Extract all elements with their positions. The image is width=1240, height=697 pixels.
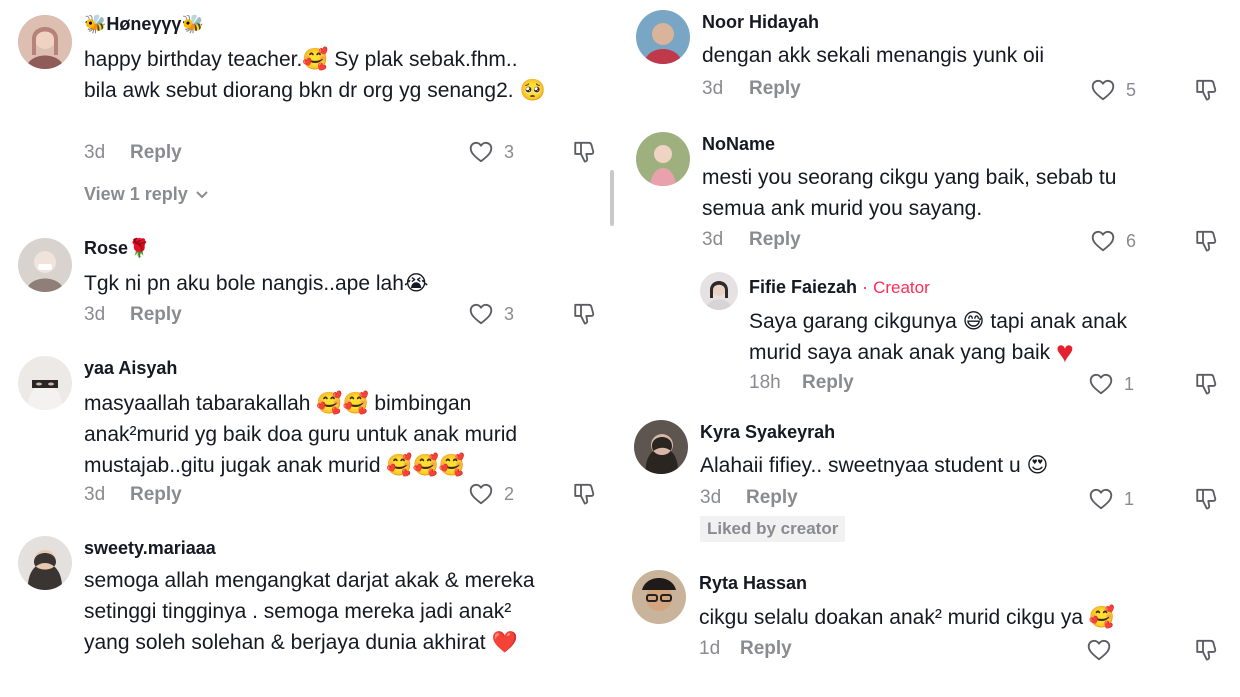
comment-age: 3d — [702, 229, 724, 250]
scrollbar[interactable] — [610, 170, 614, 226]
avatar[interactable] — [632, 570, 686, 624]
creator-name: Fifie Faiezah — [749, 277, 858, 297]
comment-age: 1d — [699, 638, 721, 659]
like-count: 1 — [1124, 488, 1135, 509]
chevron-down-icon — [196, 190, 208, 198]
comment-age: 3d — [700, 487, 722, 508]
comments-column-left: 🐝Høneγγγ🐝 happy birthday teacher.🥰 Sy pl… — [0, 0, 620, 697]
comment-age: 3d — [84, 304, 106, 325]
dislike-icon[interactable] — [1194, 486, 1220, 512]
heart-icon — [1088, 371, 1114, 397]
heart-icon — [468, 301, 494, 327]
like-button[interactable]: 1 — [1088, 486, 1134, 512]
liked-by-creator-badge: Liked by creator — [700, 516, 846, 542]
comment-username[interactable]: Fifie Faiezah · Creator — [749, 277, 930, 298]
comment-age: 3d — [702, 78, 724, 99]
avatar[interactable] — [18, 356, 72, 410]
comment-username[interactable]: NoName — [702, 134, 775, 155]
comment-username[interactable]: Kyra Syakeyrah — [700, 422, 835, 443]
heart-icon — [1086, 637, 1112, 663]
like-count: 1 — [1124, 373, 1135, 394]
avatar[interactable] — [634, 420, 688, 474]
reply-button[interactable]: Reply — [749, 229, 801, 251]
heart-icon — [468, 481, 494, 507]
avatar[interactable] — [18, 238, 72, 292]
comment-text: Alahaii fifiey.. sweetnyaa student u 😍 — [700, 454, 1049, 477]
avatar[interactable] — [636, 132, 690, 186]
reply-button[interactable]: Reply — [130, 142, 182, 164]
dislike-icon[interactable] — [572, 301, 598, 327]
like-button[interactable]: 6 — [1090, 228, 1136, 254]
comment-text: mesti you seorang cikgu yang baik, sebab… — [702, 166, 1117, 220]
reply-button[interactable]: Reply — [740, 638, 792, 660]
comment-age: 3d — [84, 142, 106, 163]
view-replies-label: View 1 reply — [84, 184, 188, 204]
comment-username[interactable]: Noor Hidayah — [702, 12, 819, 33]
like-button[interactable]: 1 — [1088, 371, 1134, 397]
comment-username[interactable]: Rose🌹 — [84, 238, 150, 259]
reply-button[interactable]: Reply — [746, 487, 798, 509]
heart-emoji: ♥ — [1056, 336, 1074, 369]
avatar[interactable] — [636, 10, 690, 64]
comment-username[interactable]: sweety.mariaaa — [84, 538, 216, 559]
like-button[interactable]: 2 — [468, 481, 514, 507]
reply-button[interactable]: Reply — [749, 78, 801, 100]
like-count: 5 — [1126, 79, 1137, 100]
dislike-icon[interactable] — [572, 139, 598, 165]
like-count: 3 — [504, 141, 515, 162]
comments-column-right: Noor Hidayah dengan akk sekali menangis … — [620, 0, 1240, 697]
comment-text: happy birthday teacher.🥰 Sy plak sebak.f… — [84, 48, 546, 102]
comment-text: Saya garang cikgunya 😅 tapi anak anak mu… — [749, 306, 1169, 368]
heart-icon — [1090, 228, 1116, 254]
reply-button[interactable]: Reply — [130, 304, 182, 326]
avatar[interactable] — [18, 536, 72, 590]
comment-text: semoga allah mengangkat darjat akak & me… — [84, 569, 535, 654]
like-button[interactable]: 5 — [1090, 77, 1136, 103]
reply-button[interactable]: Reply — [130, 484, 182, 506]
like-count: 3 — [504, 303, 515, 324]
comment-text: dengan akk sekali menangis yunk oii — [702, 44, 1045, 67]
comment-username[interactable]: Ryta Hassan — [699, 573, 807, 594]
dislike-icon[interactable] — [1194, 228, 1220, 254]
avatar[interactable] — [700, 272, 738, 310]
heart-icon — [1088, 486, 1114, 512]
dislike-icon[interactable] — [1194, 77, 1220, 103]
view-replies-button[interactable]: View 1 reply — [84, 184, 210, 205]
avatar[interactable] — [18, 15, 72, 69]
dislike-icon[interactable] — [1194, 637, 1220, 663]
dislike-icon[interactable] — [572, 481, 598, 507]
comment-age: 3d — [84, 484, 106, 505]
comment-username[interactable]: yaa Aisyah — [84, 358, 177, 379]
dislike-icon[interactable] — [1194, 371, 1220, 397]
comment-text: masyaallah tabarakallah 🥰🥰 bimbingan ana… — [84, 392, 518, 477]
like-count: 6 — [1126, 230, 1137, 251]
heart-icon — [1090, 77, 1116, 103]
like-button[interactable]: 3 — [468, 139, 514, 165]
like-button[interactable] — [1086, 637, 1112, 663]
comment-username[interactable]: 🐝Høneγγγ🐝 — [84, 14, 204, 35]
comment-age: 18h — [749, 372, 781, 393]
reply-button[interactable]: Reply — [802, 372, 854, 394]
comment-text: cikgu selalu doakan anak² murid cikgu ya… — [699, 606, 1116, 629]
separator-dot: · — [862, 277, 869, 297]
like-button[interactable]: 3 — [468, 301, 514, 327]
comment-text: Tgk ni pn aku bole nangis..ape lah😭 — [84, 272, 429, 295]
heart-icon — [468, 139, 494, 165]
creator-badge: Creator — [873, 278, 930, 297]
like-count: 2 — [504, 483, 515, 504]
